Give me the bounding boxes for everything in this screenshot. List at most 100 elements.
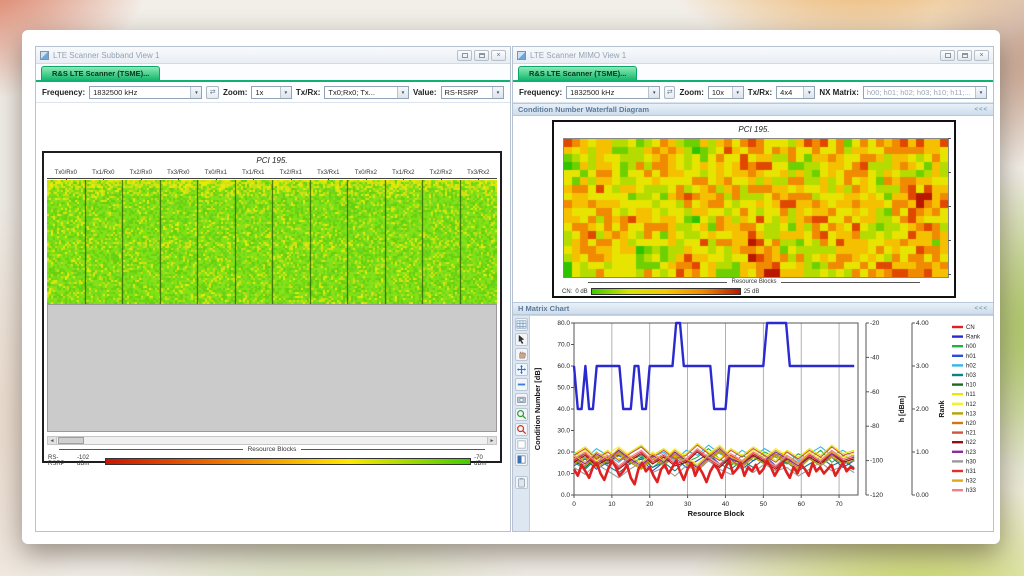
chevron-down-icon[interactable]: ▼ <box>280 87 291 98</box>
value-select[interactable]: RS-RSRP ▼ <box>441 86 504 99</box>
svg-text:-80: -80 <box>870 423 880 430</box>
chevron-down-icon[interactable]: ▼ <box>397 87 408 98</box>
frequency-select[interactable]: 1832500 kHz ▼ <box>566 86 660 99</box>
pan-hand-icon[interactable] <box>515 348 528 361</box>
subband-waterfall-box: PCI 195. Tx0/Rx0Tx1/Rx0Tx2/Rx0Tx3/Rx0Tx0… <box>42 151 502 463</box>
resource-blocks-axis-label: Resource Blocks <box>54 446 490 453</box>
chevron-down-icon[interactable]: ▼ <box>732 87 743 98</box>
app-window: LTE Scanner Subband View 1 × R&S LTE Sca… <box>22 30 1000 544</box>
svg-text:3.00: 3.00 <box>916 363 929 370</box>
clipboard-icon[interactable] <box>515 476 528 489</box>
chevron-down-icon[interactable]: ▼ <box>190 87 201 98</box>
move-arrows-icon[interactable] <box>515 363 528 376</box>
zoom-value: 1x <box>255 88 263 97</box>
svg-text:h00: h00 <box>966 344 977 350</box>
zoom-select[interactable]: 10x ▼ <box>708 86 744 99</box>
minus-icon[interactable] <box>515 378 528 391</box>
hmatrix-section-title: H Matrix Chart <box>518 304 569 313</box>
txrx-column-label: Tx0/Rx2 <box>347 167 385 178</box>
scrollbar-thumb[interactable] <box>58 437 84 444</box>
tab-rs-lte-scanner[interactable]: R&S LTE Scanner (TSME)... <box>518 66 637 80</box>
chevron-down-icon[interactable]: ▼ <box>648 87 659 98</box>
zoom-select[interactable]: 1x ▼ <box>251 86 291 99</box>
txrx-select[interactable]: 4x4 ▼ <box>776 86 815 99</box>
zoom-label: Zoom: <box>679 88 703 97</box>
float-window-button[interactable] <box>940 50 955 61</box>
split-view-icon[interactable] <box>515 453 528 466</box>
selection-rect-icon[interactable] <box>515 438 528 451</box>
svg-text:h21: h21 <box>966 431 977 437</box>
waterfall-time-axis-ticks <box>948 138 951 276</box>
hmatrix-section-header: H Matrix Chart <<< <box>513 302 993 315</box>
resource-blocks-axis-label: Resource Blocks <box>584 279 924 285</box>
frequency-value: 1832500 kHz <box>570 88 614 97</box>
apply-frequency-button[interactable]: ⇄ <box>664 86 675 99</box>
svg-text:80.0: 80.0 <box>557 320 570 327</box>
frequency-value: 1832500 kHz <box>93 88 137 97</box>
svg-text:-40: -40 <box>870 354 880 361</box>
svg-text:h11: h11 <box>966 392 976 398</box>
rsrp-colorbar-row: RS-RSRP -102 dBm -70 dBm <box>48 455 496 467</box>
scroll-right-icon[interactable]: ► <box>487 437 496 444</box>
zoom-label: Zoom: <box>223 88 247 97</box>
cn-colorbar-row: CN: 0 dB 25 dB <box>562 288 759 295</box>
chart-window-icon <box>40 51 49 60</box>
snapshot-icon[interactable] <box>515 393 528 406</box>
cn-colorbar <box>591 288 741 295</box>
apply-frequency-button[interactable]: ⇄ <box>206 86 219 99</box>
svg-text:h23: h23 <box>966 450 977 456</box>
zoom-value: 10x <box>712 88 724 97</box>
mimo-view-panel: LTE Scanner MIMO View 1 × R&S LTE Scanne… <box>512 46 994 532</box>
chevron-down-icon[interactable]: ▼ <box>492 87 503 98</box>
frequency-label: Frequency: <box>42 88 85 97</box>
float-window-button[interactable] <box>457 50 472 61</box>
svg-text:CN: CN <box>966 325 975 331</box>
colorbar-min: 0 dB <box>575 289 587 295</box>
svg-text:50: 50 <box>760 501 768 508</box>
window-title: LTE Scanner MIMO View 1 <box>530 51 626 60</box>
maximize-window-button[interactable] <box>957 50 972 61</box>
svg-text:h12: h12 <box>966 402 977 408</box>
svg-text:h13: h13 <box>966 411 977 417</box>
svg-text:20: 20 <box>646 501 654 508</box>
svg-text:50.0: 50.0 <box>557 385 570 392</box>
svg-text:h32: h32 <box>966 479 977 485</box>
empty-waterfall-area <box>47 304 497 432</box>
zoom-out-icon[interactable] <box>515 423 528 436</box>
svg-text:h22: h22 <box>966 440 977 446</box>
collapse-section-button[interactable]: <<< <box>974 107 988 113</box>
grid-view-icon[interactable] <box>515 318 528 331</box>
txrx-column-label: Tx1/Rx2 <box>385 167 423 178</box>
scroll-left-icon[interactable]: ◄ <box>48 437 57 444</box>
cn-waterfall-area: PCI 195. Resource Blocks CN: 0 dB 25 dB <box>513 117 993 302</box>
cn-waterfall-box: PCI 195. Resource Blocks CN: 0 dB 25 dB <box>552 120 956 298</box>
rsrp-colorbar <box>105 458 471 465</box>
pointer-icon[interactable] <box>515 333 528 346</box>
collapse-section-button[interactable]: <<< <box>974 306 988 312</box>
svg-text:40: 40 <box>722 501 730 508</box>
tab-rs-lte-scanner[interactable]: R&S LTE Scanner (TSME)... <box>41 66 160 80</box>
colorbar-max: -70 dBm <box>474 455 496 467</box>
svg-text:h02: h02 <box>966 363 977 369</box>
nx-matrix-select[interactable]: h00; h01; h02; h03; h10; h11;... ▼ <box>863 86 987 99</box>
tab-bar: R&S LTE Scanner (TSME)... <box>513 64 993 82</box>
waterfall-section-header: Condition Number Waterfall Diagram <<< <box>513 103 993 116</box>
window-titlebar: LTE Scanner Subband View 1 × <box>36 47 510 64</box>
zoom-in-icon[interactable] <box>515 408 528 421</box>
colorbar-label: CN: <box>562 289 572 295</box>
txrx-select[interactable]: Tx0;Rx0; Tx... ▼ <box>324 86 409 99</box>
txrx-column-label: Tx0/Rx1 <box>197 167 235 178</box>
chevron-down-icon[interactable]: ▼ <box>803 87 814 98</box>
close-window-button[interactable]: × <box>491 50 506 61</box>
subband-toolbar: Frequency: 1832500 kHz ▼ ⇄ Zoom: 1x ▼ Tx… <box>36 82 510 103</box>
maximize-window-button[interactable] <box>474 50 489 61</box>
chevron-down-icon[interactable]: ▼ <box>975 87 986 98</box>
svg-text:-60: -60 <box>870 389 880 396</box>
frequency-select[interactable]: 1832500 kHz ▼ <box>89 86 202 99</box>
close-window-button[interactable]: × <box>974 50 989 61</box>
txrx-column-label: Tx1/Rx1 <box>235 167 273 178</box>
horizontal-scrollbar[interactable]: ◄ ► <box>47 436 497 445</box>
subband-content: PCI 195. Tx0/Rx0Tx1/Rx0Tx2/Rx0Tx3/Rx0Tx0… <box>36 103 510 531</box>
svg-text:h33: h33 <box>966 488 977 494</box>
svg-text:Resource Block: Resource Block <box>688 509 746 518</box>
